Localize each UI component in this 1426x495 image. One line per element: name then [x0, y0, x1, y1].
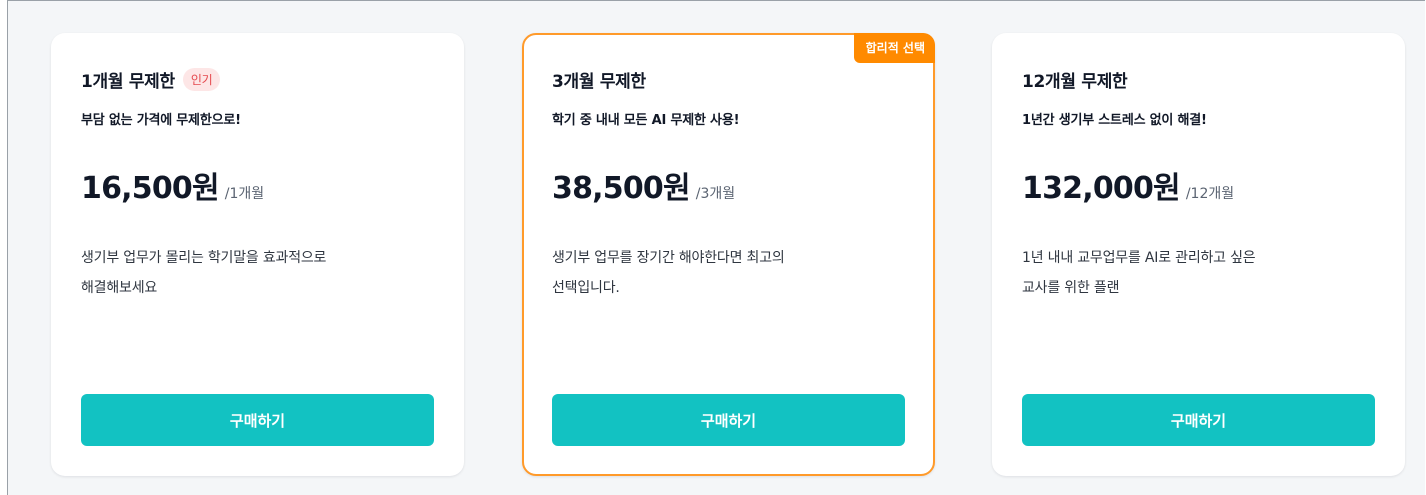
plan-price: 16,500원 /1개월 — [81, 163, 264, 207]
price-amount: 38,500원 — [552, 171, 691, 206]
price-period: /1개월 — [224, 186, 265, 202]
pricing-section: 1개월 무제한 인기 부담 없는 가격에 무제한으로! 16,500원 /1개월… — [7, 0, 1425, 495]
plan-title: 1개월 무제한 — [81, 72, 175, 92]
buy-button[interactable]: 구매하기 — [81, 394, 434, 446]
plan-price: 132,000원 /12개월 — [1022, 163, 1234, 207]
plan-title-row: 3개월 무제한 — [552, 67, 646, 92]
plan-card-3month: 합리적 선택 3개월 무제한 학기 중 내내 모든 AI 무제한 사용! 38,… — [522, 33, 935, 476]
plan-description: 1년 내내 교무업무를 AI로 관리하고 싶은 교사를 위한 플랜 — [1022, 243, 1362, 303]
plan-title: 3개월 무제한 — [552, 72, 646, 92]
popular-badge: 인기 — [182, 68, 221, 91]
buy-button[interactable]: 구매하기 — [552, 394, 905, 446]
plan-title: 12개월 무제한 — [1022, 72, 1128, 92]
plan-price: 38,500원 /3개월 — [552, 163, 735, 207]
price-amount: 16,500원 — [81, 171, 220, 206]
price-period: /12개월 — [1185, 186, 1235, 202]
description-line: 생기부 업무가 몰리는 학기말을 효과적으로 — [81, 250, 327, 266]
description-line: 해결해보세요 — [81, 280, 158, 296]
plan-card-1month: 1개월 무제한 인기 부담 없는 가격에 무제한으로! 16,500원 /1개월… — [51, 33, 464, 476]
price-amount: 132,000원 — [1022, 171, 1181, 206]
plan-subtitle: 1년간 생기부 스트레스 없이 해결! — [1022, 113, 1207, 128]
plan-subtitle: 학기 중 내내 모든 AI 무제한 사용! — [552, 113, 740, 128]
plan-title-row: 12개월 무제한 — [1022, 67, 1128, 92]
buy-button[interactable]: 구매하기 — [1022, 394, 1375, 446]
plan-description: 생기부 업무가 몰리는 학기말을 효과적으로 해결해보세요 — [81, 243, 421, 303]
price-period: /3개월 — [695, 186, 736, 202]
plan-subtitle: 부담 없는 가격에 무제한으로! — [81, 113, 241, 128]
description-line: 선택입니다. — [552, 280, 620, 296]
plan-description: 생기부 업무를 장기간 해야한다면 최고의 선택입니다. — [552, 243, 892, 303]
description-line: 교사를 위한 플랜 — [1022, 280, 1120, 296]
description-line: 1년 내내 교무업무를 AI로 관리하고 싶은 — [1022, 250, 1256, 266]
description-line: 생기부 업무를 장기간 해야한다면 최고의 — [552, 250, 785, 266]
plan-title-row: 1개월 무제한 인기 — [81, 67, 221, 92]
plan-card-12month: 12개월 무제한 1년간 생기부 스트레스 없이 해결! 132,000원 /1… — [992, 33, 1405, 476]
